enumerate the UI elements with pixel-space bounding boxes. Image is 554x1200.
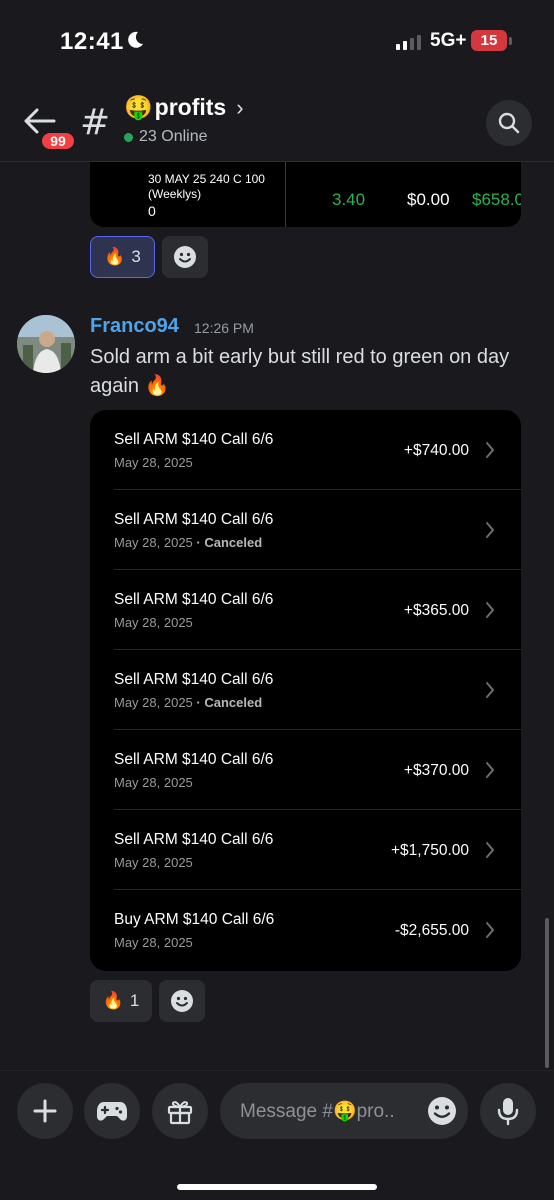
- order-row[interactable]: Sell ARM $140 Call 6/6 May 28, 2025 · Ca…: [90, 490, 521, 570]
- gift-button[interactable]: [152, 1083, 208, 1139]
- order-amount: +$370.00: [403, 762, 469, 779]
- online-status: 23 Online: [124, 128, 208, 146]
- contract-value: $0.00: [407, 190, 450, 209]
- channel-emoji: 🤑: [124, 94, 153, 120]
- orders-list: Sell ARM $140 Call 6/6 May 28, 2025 +$74…: [90, 410, 521, 971]
- gamepad-icon: [97, 1102, 127, 1121]
- table-divider: [285, 162, 286, 227]
- message-text: Sold arm a bit early but still red to gr…: [90, 346, 510, 397]
- order-row[interactable]: Sell ARM $140 Call 6/6 May 28, 2025 +$37…: [90, 730, 521, 810]
- emoji-icon[interactable]: [426, 1095, 458, 1127]
- message-input-placeholder: Message #🤑pro..: [240, 1101, 395, 1122]
- unread-badge: 99: [39, 130, 77, 152]
- battery-tip: [509, 37, 512, 45]
- message-input[interactable]: Message #🤑pro..: [220, 1083, 468, 1139]
- order-row[interactable]: Sell ARM $140 Call 6/6 May 28, 2025 · Ca…: [90, 650, 521, 730]
- chevron-right-icon: [486, 922, 495, 938]
- hash-icon: #: [80, 102, 111, 143]
- order-title: Sell ARM $140 Call 6/6: [114, 591, 274, 608]
- message-timestamp: 12:26 PM: [194, 320, 254, 336]
- order-row[interactable]: Buy ARM $140 Call 6/6 May 28, 2025 -$2,6…: [90, 890, 521, 970]
- order-amount: +$740.00: [403, 442, 469, 459]
- moon-icon: [128, 31, 143, 48]
- scrollbar[interactable]: [545, 918, 549, 1068]
- add-reaction-button[interactable]: [159, 980, 205, 1022]
- voice-message-button[interactable]: [480, 1083, 536, 1139]
- smiley-add-icon: [174, 246, 196, 268]
- add-reaction-button[interactable]: [162, 236, 208, 278]
- chevron-right-icon: ›: [236, 94, 244, 120]
- order-date: May 28, 2025 · Canceled: [114, 695, 263, 710]
- battery-indicator: 15: [471, 30, 507, 51]
- smiley-add-icon: [171, 990, 193, 1012]
- order-date: May 28, 2025: [114, 775, 193, 790]
- online-dot-icon: [124, 132, 133, 142]
- order-date: May 28, 2025: [114, 455, 193, 470]
- message-composer: Message #🤑pro..: [0, 1070, 554, 1200]
- order-row[interactable]: Sell ARM $140 Call 6/6 May 28, 2025 +$74…: [90, 410, 521, 490]
- order-date: May 28, 2025: [114, 935, 193, 950]
- order-title: Sell ARM $140 Call 6/6: [114, 671, 274, 688]
- order-title: Sell ARM $140 Call 6/6: [114, 751, 274, 768]
- chevron-right-icon: [486, 842, 495, 858]
- order-title: Buy ARM $140 Call 6/6: [114, 911, 275, 928]
- fire-reaction-button[interactable]: 🔥 3: [90, 236, 155, 278]
- search-icon: [498, 112, 520, 134]
- activities-button[interactable]: [84, 1083, 140, 1139]
- fire-reaction-button[interactable]: 🔥 1: [90, 980, 152, 1022]
- order-amount: +$1,750.00: [390, 842, 469, 859]
- chevron-right-icon: [486, 522, 495, 538]
- order-row[interactable]: Sell ARM $140 Call 6/6 May 28, 2025 +$36…: [90, 570, 521, 650]
- channel-name: profits: [154, 94, 227, 120]
- microphone-icon: [497, 1098, 519, 1126]
- contract-line1: 30 MAY 25 240 C 100: [148, 172, 265, 186]
- order-date: May 28, 2025: [114, 855, 193, 870]
- trade-summary-image[interactable]: 30 MAY 25 240 C 100 (Weeklys) 0 3.40 $0.…: [90, 162, 521, 227]
- order-title: Sell ARM $140 Call 6/6: [114, 511, 274, 528]
- fire-emoji: 🔥: [104, 247, 126, 266]
- add-attachment-button[interactable]: [17, 1083, 73, 1139]
- contract-price: 3.40: [332, 190, 366, 209]
- clock-time: 12:41: [60, 28, 124, 55]
- order-amount: +$365.00: [403, 602, 469, 619]
- chevron-right-icon: [486, 682, 495, 698]
- order-row[interactable]: Sell ARM $140 Call 6/6 May 28, 2025 +$1,…: [90, 810, 521, 890]
- reaction-count: 3: [131, 247, 141, 266]
- order-title: Sell ARM $140 Call 6/6: [114, 831, 274, 848]
- online-count: 23 Online: [139, 128, 208, 145]
- chevron-right-icon: [486, 602, 495, 618]
- channel-title[interactable]: 🤑 profits ›: [124, 94, 244, 121]
- order-amount: -$2,655.00: [394, 922, 469, 939]
- chevron-right-icon: [486, 442, 495, 458]
- signal-icon: [396, 34, 421, 50]
- plus-icon: [33, 1099, 57, 1123]
- search-button[interactable]: [486, 100, 532, 146]
- message-author[interactable]: Franco94: [90, 315, 179, 338]
- contract-quantity: 0: [148, 203, 156, 219]
- contract-line2: (Weeklys): [148, 187, 202, 201]
- order-date: May 28, 2025 · Canceled: [114, 535, 263, 550]
- contract-profit: $658.00: [472, 190, 521, 209]
- avatar-image: [17, 315, 75, 373]
- order-title: Sell ARM $140 Call 6/6: [114, 431, 274, 448]
- chevron-right-icon: [486, 762, 495, 778]
- fire-emoji: 🔥: [102, 991, 124, 1010]
- contract-info: 30 MAY 25 240 C 100 (Weeklys) 0: [148, 172, 265, 219]
- order-date: May 28, 2025: [114, 615, 193, 630]
- status-bar: 12:41 5G+ 15: [0, 0, 554, 80]
- home-indicator[interactable]: [177, 1184, 377, 1190]
- avatar[interactable]: [17, 315, 75, 373]
- channel-header: 99 # 🤑 profits › 23 Online: [0, 80, 554, 162]
- gift-icon: [167, 1101, 193, 1125]
- reaction-count: 1: [129, 991, 140, 1010]
- network-type: 5G+: [430, 30, 467, 51]
